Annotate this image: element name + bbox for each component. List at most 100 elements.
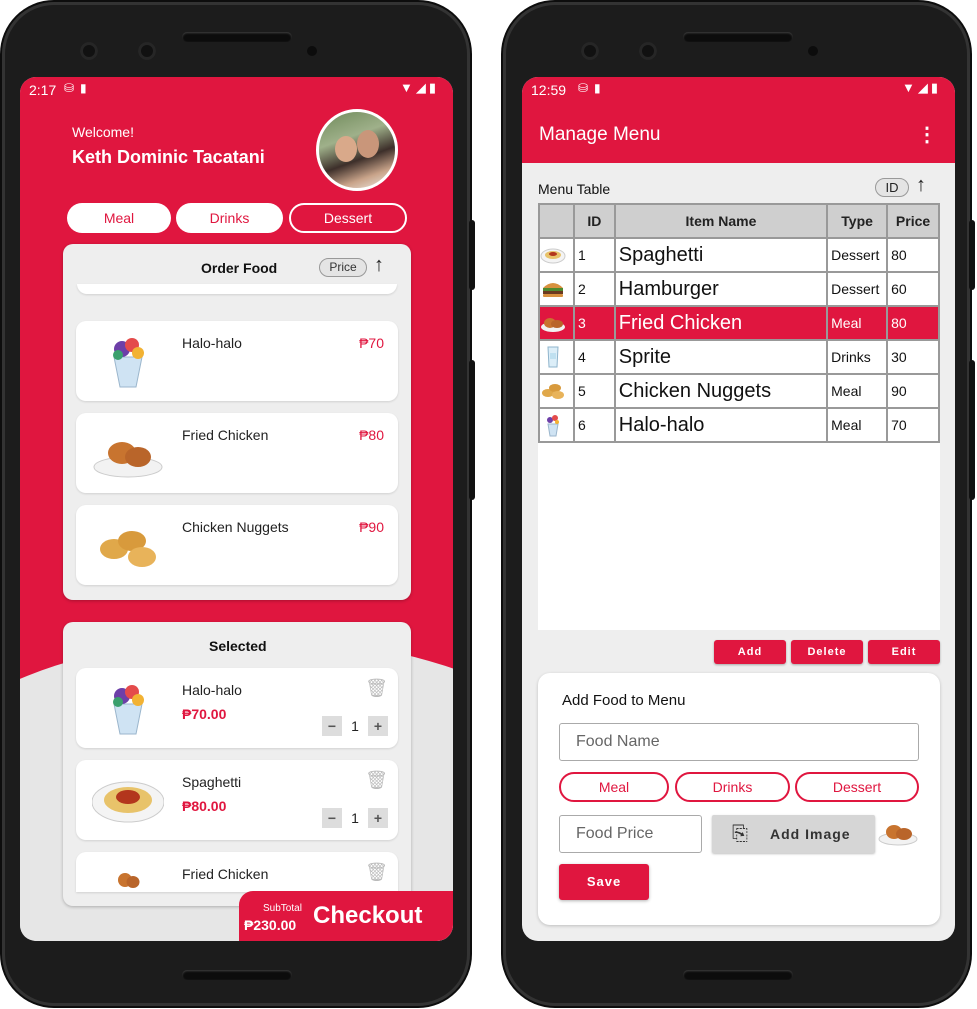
row-name: Halo-halo (613, 407, 829, 443)
minus-icon[interactable]: − (322, 808, 342, 828)
quantity-stepper: −1 + (322, 808, 388, 828)
table-row[interactable]: 1 Spaghetti Dessert 80 (538, 237, 940, 273)
category-meal-button[interactable]: Meal (559, 772, 669, 802)
row-price: 90 (886, 373, 940, 409)
status-time: 12:59 (531, 82, 567, 98)
trash-icon[interactable]: 🗑 (365, 862, 388, 883)
volume-button (469, 220, 475, 290)
row-type: Drinks (826, 339, 889, 375)
category-drinks-button[interactable]: Drinks (675, 772, 790, 802)
sort-price-chip[interactable]: Price (319, 258, 367, 277)
column-header: Type (826, 203, 889, 239)
notification-icons: ⛁▮ (578, 81, 607, 95)
speaker-grille (182, 32, 292, 42)
menu-table: ID Item Name Type Price 1 Spaghetti Dess… (538, 203, 940, 630)
selected-item[interactable]: Halo-halo ₱70.00 🗑 −1 + (76, 668, 398, 748)
list-item[interactable]: Chicken Nuggets ₱90 (76, 505, 398, 585)
delete-button[interactable]: Delete (791, 640, 863, 664)
row-type: Dessert (826, 237, 889, 273)
proximity-sensor (808, 46, 818, 56)
add-image-label: Add Image (770, 826, 851, 842)
avatar[interactable] (316, 109, 398, 191)
chicken-nuggets-icon (100, 531, 156, 567)
column-header: ID (572, 203, 616, 239)
volume-button (969, 220, 975, 290)
menu-table-label: Menu Table (538, 181, 611, 197)
halo-halo-icon (113, 685, 144, 735)
halo-halo-icon (113, 338, 144, 388)
column-header (538, 203, 575, 239)
edit-button[interactable]: Edit (868, 640, 940, 664)
item-name: Fried Chicken (182, 427, 269, 443)
sort-direction-icon[interactable]: ↑ (374, 254, 384, 277)
fried-chicken-icon (93, 442, 163, 478)
item-price: ₱80 (359, 427, 384, 443)
hamburger-icon (543, 283, 563, 297)
column-header: Price (886, 203, 940, 239)
category-meal-button[interactable]: Meal (67, 203, 171, 233)
item-name: Spaghetti (182, 774, 242, 790)
sort-id-chip[interactable]: ID (875, 178, 909, 197)
speaker-grille (683, 32, 793, 42)
food-price-field[interactable]: Food Price (559, 815, 702, 853)
minus-icon[interactable]: − (322, 716, 342, 736)
spaghetti-icon (540, 248, 566, 264)
list-item[interactable]: Halo-halo ₱70 (76, 321, 398, 401)
item-price: ₱80.00 (182, 798, 227, 814)
add-image-button[interactable]: ⎘ Add Image (712, 815, 875, 853)
item-price: ₱90 (359, 519, 384, 535)
fried-chicken-icon (541, 318, 565, 332)
more-options-icon[interactable]: ⋮ (917, 122, 937, 147)
category-dessert-button[interactable]: Dessert (289, 203, 407, 233)
category-dessert-button[interactable]: Dessert (795, 772, 919, 802)
table-row[interactable]: 5 Chicken Nuggets Meal 90 (538, 373, 940, 409)
quantity-value: 1 (351, 810, 359, 826)
front-camera (581, 42, 599, 60)
row-price: 70 (886, 407, 940, 443)
quantity-value: 1 (351, 718, 359, 734)
proximity-sensor (307, 46, 317, 56)
table-row[interactable]: 4 Sprite Drinks 30 (538, 339, 940, 375)
front-camera (80, 42, 98, 60)
selected-item[interactable]: Spaghetti ₱80.00 🗑 −1 + (76, 760, 398, 840)
row-price: 80 (886, 237, 940, 273)
paperclip-icon: ⎘ (732, 823, 749, 845)
status-bar: 2:17 ⛁▮ ▼◢▮ (20, 77, 453, 103)
save-button[interactable]: Save (559, 864, 649, 900)
trash-icon[interactable]: 🗑 (365, 678, 388, 699)
selected-item[interactable]: Fried Chicken 🗑 (76, 852, 398, 892)
item-name: Halo-halo (182, 335, 242, 351)
row-price: 30 (886, 339, 940, 375)
table-row-selected[interactable]: 3 Fried Chicken Meal 80 (538, 305, 940, 341)
add-button[interactable]: Add (714, 640, 786, 664)
item-name: Chicken Nuggets (182, 519, 289, 535)
row-id: 2 (572, 271, 616, 307)
welcome-text: Welcome! (72, 124, 134, 140)
quantity-stepper: −1 + (322, 716, 388, 736)
row-name: Fried Chicken (613, 305, 829, 341)
right-phone-frame: 12:59 ⛁▮ ▼◢▮ Manage Menu ⋮ Menu Table ID… (503, 2, 970, 1006)
notification-icons: ⛁▮ (64, 81, 93, 95)
plus-icon[interactable]: + (368, 716, 388, 736)
table-row[interactable]: 6 Halo-halo Meal 70 (538, 407, 940, 443)
row-id: 5 (572, 373, 616, 409)
table-row[interactable]: 2 Hamburger Dessert 60 (538, 271, 940, 307)
row-thumbnail (538, 407, 575, 443)
checkout-button[interactable]: SubTotal ₱230.00 Checkout (239, 891, 453, 941)
row-id: 1 (572, 237, 616, 273)
category-drinks-button[interactable]: Drinks (176, 203, 283, 233)
row-price: 80 (886, 305, 940, 341)
list-item[interactable]: Fried Chicken ₱80 (76, 413, 398, 493)
sprite-icon (547, 346, 559, 368)
plus-icon[interactable]: + (368, 808, 388, 828)
row-type: Meal (826, 373, 889, 409)
row-name: Sprite (613, 339, 829, 375)
row-type: Dessert (826, 271, 889, 307)
page-title: Manage Menu (539, 124, 661, 145)
row-thumbnail (538, 339, 575, 375)
food-name-field[interactable]: Food Name (559, 723, 919, 761)
trash-icon[interactable]: 🗑 (365, 770, 388, 791)
status-time: 2:17 (29, 82, 57, 98)
sort-direction-icon[interactable]: ↑ (916, 174, 926, 197)
column-header: Item Name (613, 203, 829, 239)
